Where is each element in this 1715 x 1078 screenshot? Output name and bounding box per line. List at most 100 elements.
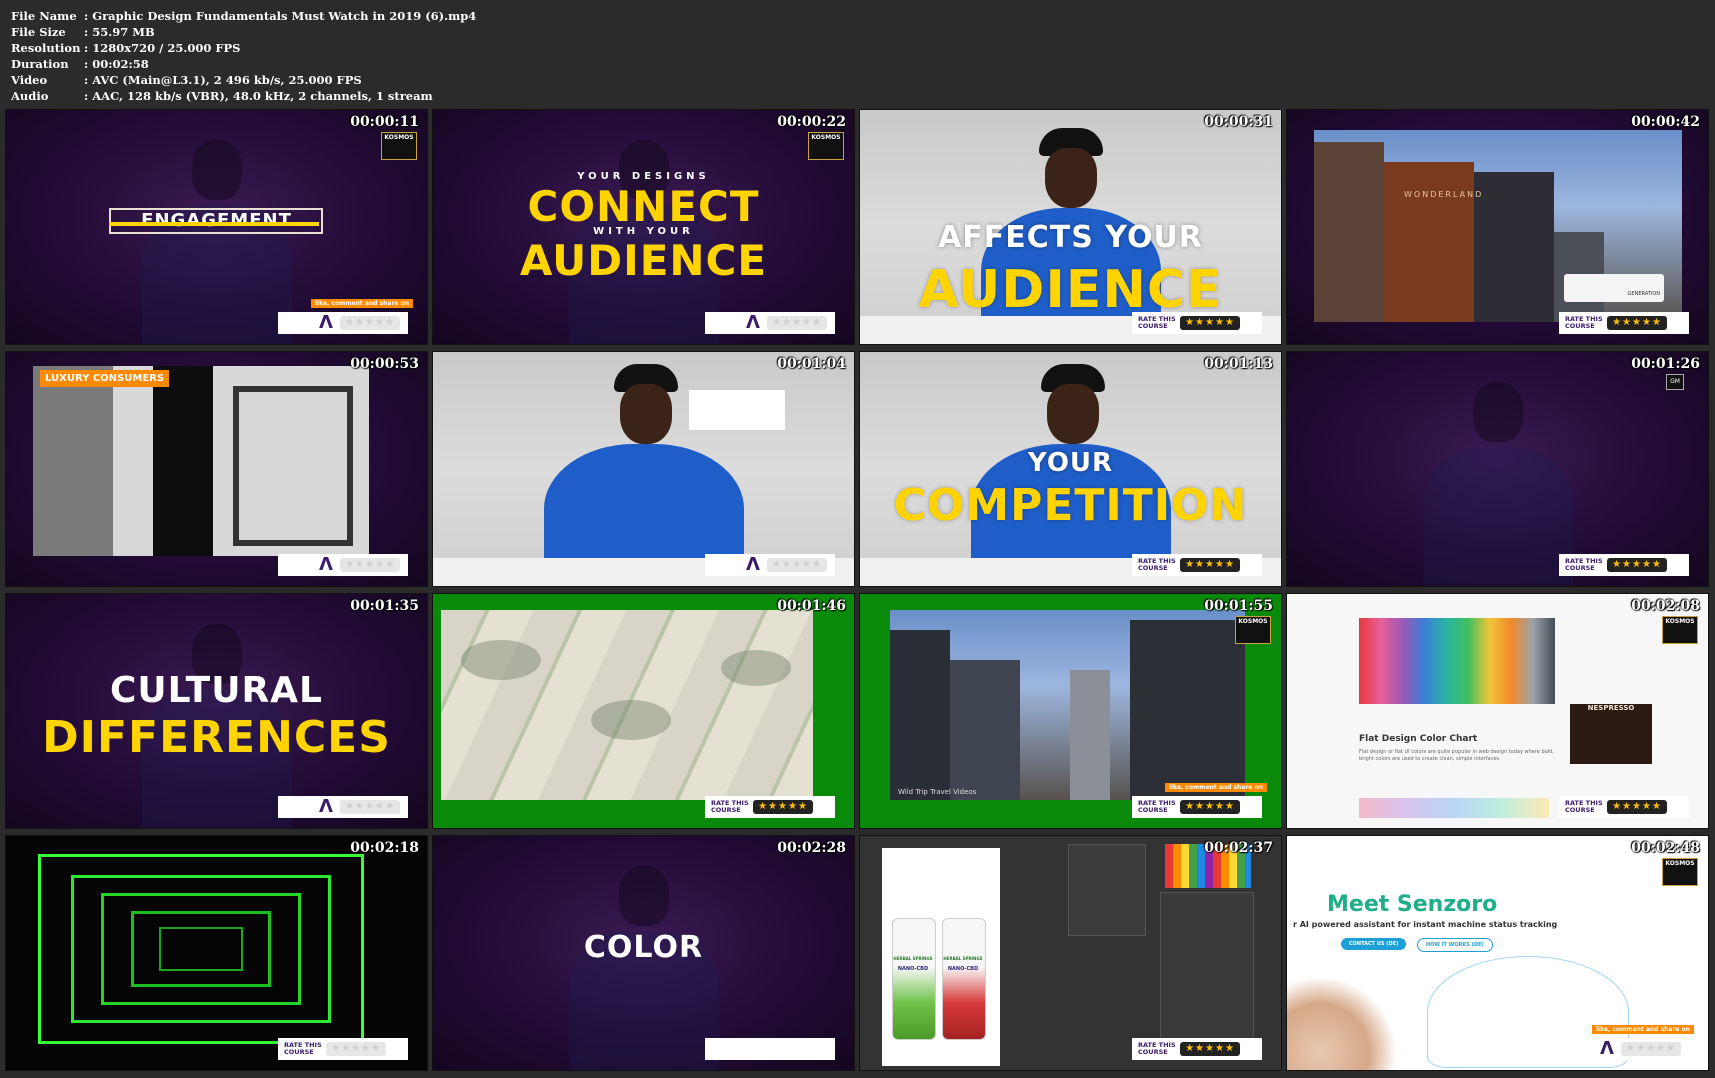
timestamp: 00:02:37 — [1204, 840, 1273, 856]
timestamp: 00:02:28 — [777, 840, 846, 856]
rating-stars: ★★★★★ — [326, 1042, 386, 1056]
timestamp: 00:00:22 — [777, 114, 846, 130]
kosmos-a-icon: Λ — [1600, 1038, 1614, 1059]
lower-third-bar: RATE THIS COURSE ★★★★★ — [705, 796, 835, 818]
human-hand — [1287, 976, 1397, 1070]
meta-resolution: Resolution: 1280x720 / 25.000 FPS — [11, 41, 241, 55]
thumbnail-9[interactable]: CULTURAL DIFFERENCES Λ ★★★★★ 00:01:35 — [5, 593, 428, 829]
timestamp: 00:02:08 — [1631, 598, 1700, 614]
rating-stars: ★★★★★ — [1607, 316, 1667, 330]
thumb-text: AUDIENCE — [519, 236, 768, 285]
timestamp: 00:01:55 — [1204, 598, 1273, 614]
thumbnail-4[interactable]: WONDERLAND GENERATION RATE THIS COURSE ★★… — [1286, 109, 1709, 345]
rating-stars: ★★★★★ — [1621, 1042, 1681, 1056]
rating-stars: ★★★★★ — [340, 800, 400, 814]
thumbnail-6[interactable]: Λ ★★★★★ 00:01:04 — [432, 351, 855, 587]
rating-stars: ★★★★★ — [1180, 558, 1240, 572]
kosmos-logo: KOSMOS — [381, 132, 417, 160]
thumb-text: CULTURAL — [110, 670, 323, 711]
meta-video: Video: AVC (Main@L3.1), 2 496 kb/s, 25.0… — [11, 73, 362, 87]
color-palette — [1359, 618, 1555, 704]
thumbnail-14[interactable]: COLOR 00:02:28 — [432, 835, 855, 1071]
rating-stars: ★★★★★ — [1180, 316, 1240, 330]
lower-third-bar: RATE THIS COURSE ★★★★★ — [1132, 312, 1262, 334]
thumb-text: COMPETITION — [893, 480, 1248, 531]
lower-third-bar: RATE THIS COURSE ★★★★★ — [1132, 1038, 1262, 1060]
share-tag: like, comment and share on — [311, 299, 413, 308]
thumb-text: YOUR — [1027, 448, 1114, 478]
thumbnail-1[interactable]: ENGAGEMENT KOSMOS like, comment and shar… — [5, 109, 428, 345]
timestamp: 00:02:48 — [1631, 840, 1700, 856]
file-metadata: File Name: Graphic Design Fundamentals M… — [11, 8, 476, 104]
rating-stars: ★★★★★ — [1607, 558, 1667, 572]
lower-third-bar: Λ ★★★★★ — [705, 554, 835, 576]
thumb-text: DIFFERENCES — [42, 712, 391, 763]
timestamp: 00:01:35 — [350, 598, 419, 614]
timestamp: 00:01:13 — [1204, 356, 1273, 372]
can-label: NANO-CBD — [947, 966, 979, 972]
presenter-silhouette — [1422, 372, 1573, 586]
lower-third-bar: Λ ★★★★★ — [278, 554, 408, 576]
page-title: Meet Senzoro — [1327, 892, 1498, 917]
contact-button[interactable]: CONTACT US (DE) — [1341, 938, 1407, 950]
rating-stars: ★★★★★ — [753, 800, 813, 814]
lower-third-bar: Λ ★★★★★ — [1559, 1038, 1689, 1060]
rating-stars: ★★★★★ — [1180, 1042, 1240, 1056]
thumb-text: AFFECTS YOUR — [938, 220, 1203, 255]
thumb-text: COLOR — [583, 930, 704, 965]
truck: GENERATION — [1564, 274, 1664, 302]
photoshop-layers-panel — [1160, 892, 1254, 1054]
lower-third-bar: RATE THIS COURSE ★★★★★ — [278, 1038, 408, 1060]
how-it-works-button[interactable]: HOW IT WORKS (DE) — [1417, 938, 1493, 952]
lower-third-bar: Λ ★★★★★ — [278, 312, 408, 334]
photoshop-character-panel — [1068, 844, 1146, 936]
thumbnail-7[interactable]: YOUR COMPETITION RATE THIS COURSE ★★★★★ 0… — [859, 351, 1282, 587]
thumbnail-15[interactable]: HERBAL SPRINGS NANO-CBD HERBAL SPRINGS N… — [859, 835, 1282, 1071]
thumbnail-8[interactable]: GM RATE THIS COURSE ★★★★★ 00:01:26 — [1286, 351, 1709, 587]
can-label: NANO-CBD — [897, 966, 929, 972]
gradient-strip — [1359, 798, 1549, 818]
neon-tunnel — [38, 854, 364, 1044]
timestamp: 00:01:46 — [777, 598, 846, 614]
thumbnail-2[interactable]: YOUR DESIGNS CONNECT WITH YOUR AUDIENCE … — [432, 109, 855, 345]
rating-stars: ★★★★★ — [767, 316, 827, 330]
meta-file-size: File Size: 55.97 MB — [11, 25, 155, 39]
watermark: Wild Trip Travel Videos — [898, 788, 977, 796]
lower-third-bar — [705, 1038, 835, 1060]
chart-body: Flat design or flat UI colors are quite … — [1359, 749, 1554, 762]
rating-stars: ★★★★★ — [1607, 800, 1667, 814]
kosmos-a-icon: Λ — [319, 312, 333, 333]
can-label: HERBAL SPRINGS — [893, 956, 933, 961]
thumbnail-13[interactable]: RATE THIS COURSE ★★★★★ 00:02:18 — [5, 835, 428, 1071]
meta-audio: Audio: AAC, 128 kb/s (VBR), 48.0 kHz, 2 … — [11, 89, 433, 103]
meta-file-name: File Name: Graphic Design Fundamentals M… — [11, 9, 477, 23]
lower-third-bar: RATE THIS COURSE ★★★★★ — [1132, 796, 1262, 818]
thumb-text: AUDIENCE — [918, 260, 1223, 320]
kosmos-logo: KOSMOS — [1235, 616, 1271, 644]
lower-third-bar: Λ ★★★★★ — [705, 312, 835, 334]
thumbnail-3[interactable]: AFFECTS YOUR AUDIENCE RATE THIS COURSE ★★… — [859, 109, 1282, 345]
money-image — [441, 610, 813, 800]
city-image: Wild Trip Travel Videos — [890, 610, 1245, 800]
thumbnail-16[interactable]: Meet Senzoro r AI powered assistant for … — [1286, 835, 1709, 1071]
lower-third-bar: RATE THIS COURSE ★★★★★ — [1559, 312, 1689, 334]
lower-third-bar: RATE THIS COURSE ★★★★★ — [1559, 796, 1689, 818]
product-canvas: HERBAL SPRINGS NANO-CBD HERBAL SPRINGS N… — [882, 848, 1000, 1066]
thumbnail-12[interactable]: Flat Design Color Chart Flat design or f… — [1286, 593, 1709, 829]
can-label: HERBAL SPRINGS — [943, 956, 983, 961]
meta-duration: Duration: 00:02:58 — [11, 57, 149, 71]
timestamp: 00:00:42 — [1631, 114, 1700, 130]
lower-third-bar: RATE THIS COURSE ★★★★★ — [1132, 554, 1262, 576]
timestamp: 00:00:31 — [1204, 114, 1273, 130]
thumbnail-11[interactable]: Wild Trip Travel Videos KOSMOS like, com… — [859, 593, 1282, 829]
kosmos-a-icon: Λ — [746, 554, 760, 575]
thumbnail-10[interactable]: RATE THIS COURSE ★★★★★ 00:01:46 — [432, 593, 855, 829]
timestamp: 00:01:26 — [1631, 356, 1700, 372]
rating-stars: ★★★★★ — [340, 558, 400, 572]
white-box — [689, 390, 785, 430]
lower-third-bar: Λ ★★★★★ — [278, 796, 408, 818]
city-image: WONDERLAND GENERATION — [1314, 130, 1682, 322]
thumbnail-5[interactable]: LUXURY CONSUMERS Λ ★★★★★ 00:00:53 — [5, 351, 428, 587]
timestamp: 00:02:18 — [350, 840, 419, 856]
share-tag: like, comment and share on — [1165, 783, 1267, 792]
